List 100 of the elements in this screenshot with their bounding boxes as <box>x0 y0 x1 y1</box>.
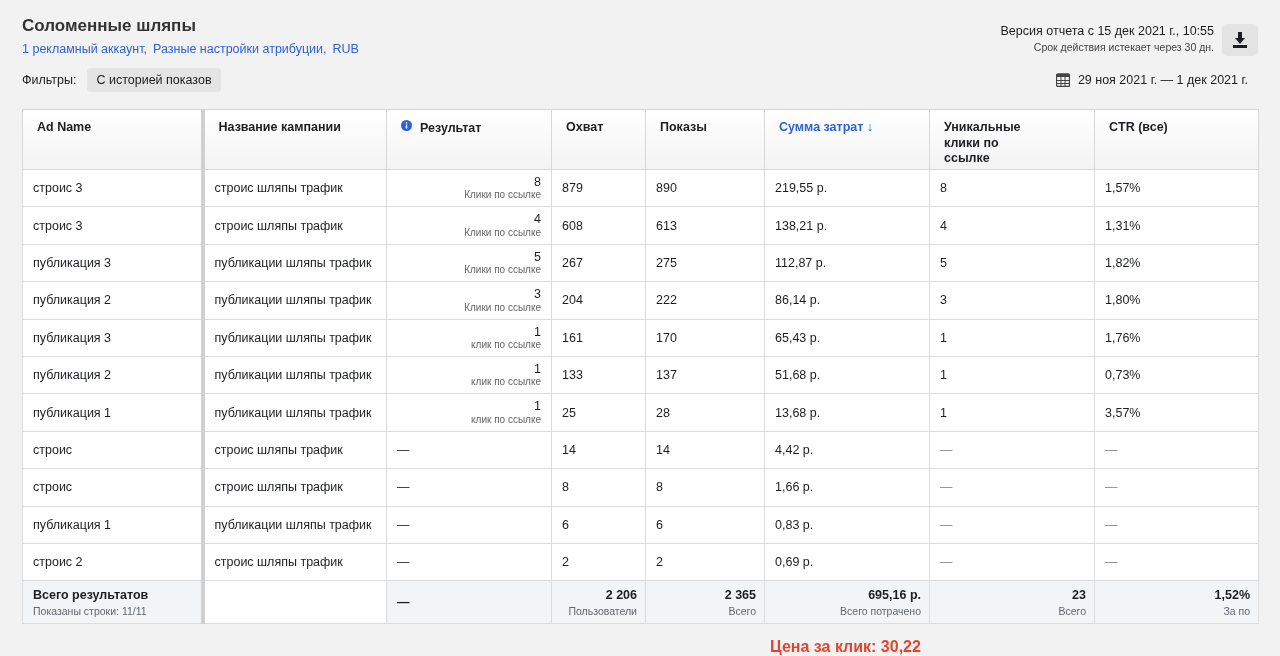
result-label: клик по ссылке <box>470 377 541 388</box>
table-cell: 1,57% <box>1105 181 1141 196</box>
header-link[interactable]: Разные настройки атрибуции, <box>153 42 327 56</box>
table-cell: 4,42 р. <box>775 442 814 457</box>
table-cell: — <box>1105 517 1118 532</box>
table-cell: 6 <box>656 517 663 532</box>
download-button[interactable] <box>1222 24 1258 56</box>
table-cell: 1,82% <box>1105 255 1141 270</box>
header-link[interactable]: RUB <box>332 42 359 56</box>
campaign-cell: публикации шляпы трафик <box>214 405 372 420</box>
result-value: 5 <box>533 250 541 264</box>
table-cell: 275 <box>656 255 677 270</box>
total-label: Всего <box>727 604 756 617</box>
ad-name-cell: публикация 1 <box>33 405 112 420</box>
table-cell: — <box>940 517 953 532</box>
column-header[interactable]: Название кампании <box>218 120 341 136</box>
table-cell: 14 <box>562 442 576 457</box>
campaign-cell: строис шляпы трафик <box>214 442 343 457</box>
table-cell: 8 <box>656 480 663 495</box>
result-label: Клики по ссылке <box>463 265 541 276</box>
table-cell: 0,69 р. <box>775 555 814 570</box>
result-value: — <box>397 480 410 495</box>
download-icon <box>1233 32 1247 48</box>
table-cell: 65,43 р. <box>775 330 821 345</box>
result-label: клик по ссылке <box>470 340 541 350</box>
ad-name-cell: строис 2 <box>33 555 83 570</box>
table-cell: 170 <box>656 330 677 345</box>
table-cell: — <box>1105 480 1118 495</box>
table-cell: — <box>940 442 953 457</box>
ad-name-cell: публикация 1 <box>33 517 112 532</box>
result-value: 3 <box>533 288 541 301</box>
expiry-note: Срок действия истекает через 30 дн. <box>1032 41 1214 53</box>
table-cell: 28 <box>656 405 670 420</box>
table-cell: 13,68 р. <box>775 405 821 420</box>
total-value: 23 <box>1071 587 1086 602</box>
total-label: Пользователи <box>567 604 637 617</box>
table-cell: 3 <box>940 293 947 308</box>
column-header[interactable]: Ad Name <box>37 120 92 136</box>
table-cell: 133 <box>562 368 583 383</box>
total-value: 695,16 р. <box>867 587 921 602</box>
result-value: — <box>397 442 410 457</box>
table-cell: — <box>1105 555 1118 570</box>
table-cell: 2 <box>562 555 569 570</box>
campaign-cell: публикации шляпы трафик <box>214 368 372 383</box>
table-cell: 2 <box>656 555 663 570</box>
table-cell: 890 <box>656 181 677 196</box>
table-cell: 222 <box>656 293 677 308</box>
result-value: 1 <box>533 362 541 376</box>
total-value: 2 206 <box>604 587 637 602</box>
ad-name-cell: публикация 2 <box>33 293 112 308</box>
date-range[interactable]: 29 ноя 2021 г. — 1 дек 2021 г. <box>1077 73 1248 87</box>
result-value: — <box>397 517 410 532</box>
ad-name-cell: публикация 3 <box>33 330 112 345</box>
result-value: 1 <box>533 400 541 413</box>
table-cell: 51,68 р. <box>775 368 821 383</box>
table-cell: 137 <box>656 368 677 383</box>
result-label: Клики по ссылке <box>463 302 541 313</box>
table-cell: 25 <box>562 405 576 420</box>
table-cell: — <box>940 555 953 570</box>
info-icon <box>401 120 412 131</box>
table-cell: 1 <box>940 330 947 345</box>
filter-chip[interactable]: С историей показов <box>87 68 221 92</box>
ad-name-cell: строис 3 <box>33 218 83 233</box>
result-value: 1 <box>533 325 541 338</box>
table-cell: 0,73% <box>1105 368 1141 383</box>
total-value: 1,52% <box>1213 587 1250 602</box>
table-cell: — <box>1105 442 1118 457</box>
table-cell: 86,14 р. <box>775 293 821 308</box>
total-label: Всего потрачено <box>839 604 921 617</box>
table-cell: 879 <box>562 181 583 196</box>
campaign-cell: строис шляпы трафик <box>214 480 343 495</box>
total-label: Всего <box>1057 604 1086 617</box>
column-header[interactable]: Показы <box>660 120 707 136</box>
campaign-cell: публикации шляпы трафик <box>214 330 372 345</box>
table-cell: 8 <box>940 181 947 196</box>
filters-label: Фильтры: <box>22 73 77 87</box>
table-cell: 267 <box>562 255 583 270</box>
table-cell: 608 <box>562 218 583 233</box>
result-value: 8 <box>533 175 541 189</box>
column-header[interactable]: Охват <box>566 120 604 136</box>
totals-result: — <box>397 595 410 610</box>
table-cell: 1,31% <box>1105 218 1141 233</box>
table-cell: 8 <box>562 480 569 495</box>
ad-name-cell: публикация 2 <box>33 368 112 383</box>
campaign-cell: строис шляпы трафик <box>214 218 343 233</box>
result-value: 4 <box>533 213 541 226</box>
table-cell: 1,76% <box>1105 330 1141 345</box>
calendar-icon <box>1055 73 1070 87</box>
table-cell: 1,66 р. <box>775 480 814 495</box>
ad-name-cell: строис <box>33 480 73 495</box>
column-header[interactable]: Результат <box>401 120 482 137</box>
column-header[interactable]: CTR (все) <box>1109 120 1168 136</box>
header-link[interactable]: 1 рекламный аккаунт, <box>22 42 148 56</box>
report-version: Версия отчета с 15 дек 2021 г., 10:55 <box>1000 24 1214 38</box>
column-header[interactable]: Сумма затрат ↓ <box>779 120 874 136</box>
result-label: клик по ссылке <box>470 414 541 425</box>
report-title: Соломенные шляпы <box>22 16 197 36</box>
table-cell: 0,83 р. <box>775 517 814 532</box>
result-label: Клики по ссылке <box>463 190 541 201</box>
total-label: За по <box>1222 604 1250 617</box>
